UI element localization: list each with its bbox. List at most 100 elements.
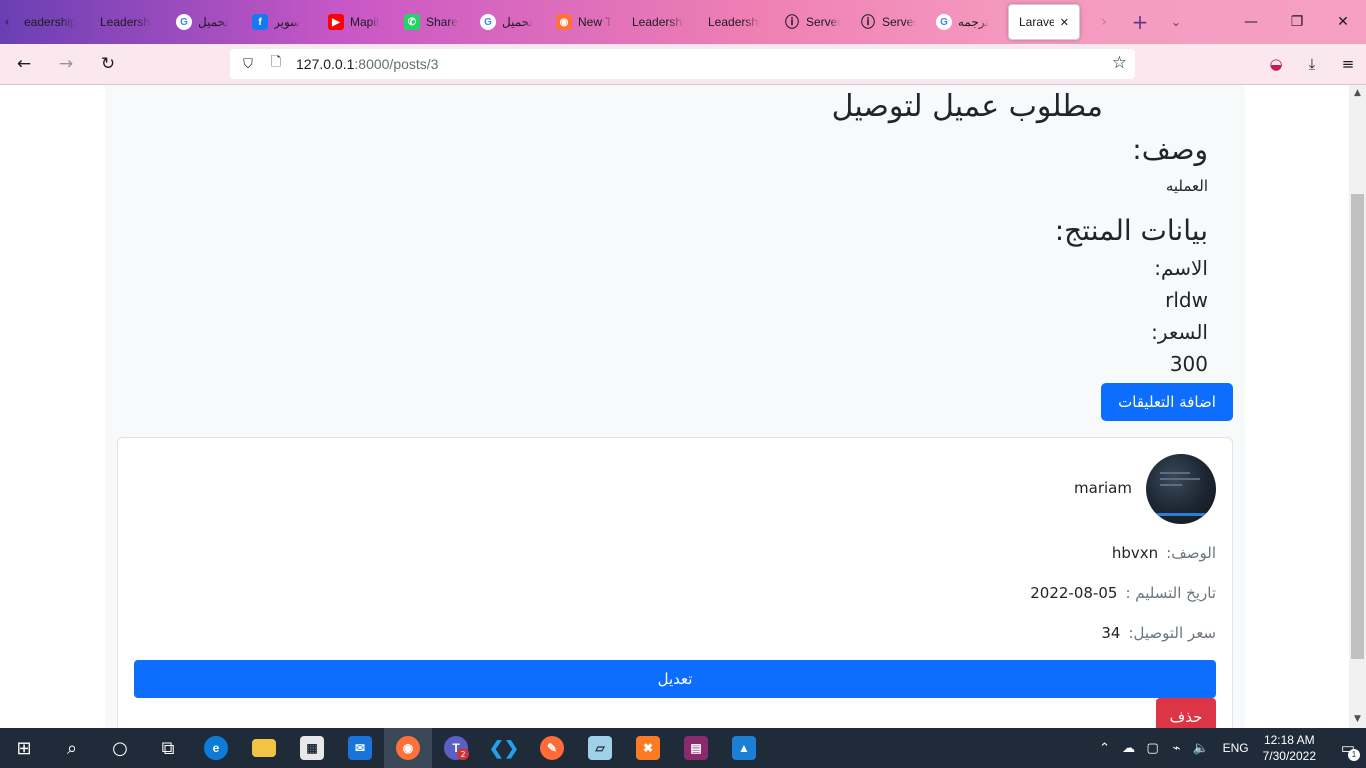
volume-icon[interactable]: 🔈 <box>1189 740 1213 756</box>
page-scrollbar[interactable]: ▲ ▼ <box>1349 85 1366 728</box>
delivery-date-value: 2022-08-05 <box>1030 584 1118 602</box>
clock-date: 7/30/2022 <box>1262 749 1316 763</box>
notification-center-icon[interactable]: ▭ 1 <box>1330 739 1366 761</box>
clock[interactable]: 12:18 AM 7/30/2022 <box>1263 732 1316 764</box>
tab-2[interactable]: G تحميل <box>166 0 242 44</box>
tab-list: eadership Leadership G تحميل f سوير ▶ Mapit ✆ Sha… <box>14 0 1002 44</box>
comment-username: mariam <box>1074 479 1132 497</box>
list-all-tabs-chevron-icon[interactable]: ⌄ <box>1158 0 1194 44</box>
delete-button[interactable]: حذف <box>1156 698 1216 728</box>
notepad-icon[interactable]: ▱ <box>576 728 624 768</box>
firefox-icon[interactable]: ◉ <box>384 728 432 768</box>
language-indicator[interactable]: ENG <box>1223 741 1249 755</box>
teams-icon[interactable]: T2 <box>432 728 480 768</box>
browser-tab-strip: ‹ eadership Leadership G تحميل f سوير ▶ Mapit ✆ S… <box>0 0 1366 44</box>
window-minimize-icon[interactable]: — <box>1228 0 1274 44</box>
whatsapp-icon: ✆ <box>404 14 420 30</box>
microsoft-store-icon[interactable]: ▦ <box>288 728 336 768</box>
tab-label: Laravel <box>1019 15 1054 29</box>
cortana-icon[interactable]: ○ <box>96 728 144 768</box>
new-tab-plus-icon[interactable]: + <box>1122 0 1158 44</box>
page-viewport: مطلوب عميل لتوصيل وصف: العمليه بيانات ال… <box>0 85 1349 728</box>
window-close-icon[interactable]: ✕ <box>1320 0 1366 44</box>
network-icon[interactable]: ⌁ <box>1165 740 1189 756</box>
comment-card: mariam الوصف: hbvxn تاريخ التسليم : 2022… <box>117 437 1233 728</box>
product-name-label: الاسم: <box>1154 256 1208 280</box>
avatar <box>1146 454 1216 524</box>
delivery-date-row: تاريخ التسليم : 2022-08-05 <box>1030 583 1216 603</box>
tab-5[interactable]: ✆ Share <box>394 0 470 44</box>
google-icon: G <box>936 14 952 30</box>
add-comments-button[interactable]: اضافة التعليقات <box>1101 383 1233 421</box>
info-icon: ⓘ <box>785 14 799 30</box>
app-menu-hamburger-icon[interactable]: ≡ <box>1330 48 1366 80</box>
tab-label: Server <box>882 15 916 29</box>
post-panel: مطلوب عميل لتوصيل وصف: العمليه بيانات ال… <box>105 85 1245 728</box>
tab-10[interactable]: ⓘ Server <box>774 0 850 44</box>
tab-label: Leadership <box>632 15 684 29</box>
tab-1[interactable]: Leadership <box>90 0 166 44</box>
post-title: مطلوب عميل لتوصيل <box>831 89 1103 124</box>
tab-label: تحميل <box>502 15 533 29</box>
tab-label: Mapit <box>350 15 380 29</box>
tab-label: New T <box>578 15 612 29</box>
tab-laravel-active[interactable]: Laravel ✕ <box>1008 4 1080 40</box>
google-icon: G <box>176 14 192 30</box>
photos-icon[interactable]: ▲ <box>720 728 768 768</box>
windows-start-icon[interactable]: ⊞ <box>0 728 48 768</box>
scrollbar-thumb[interactable] <box>1351 194 1364 659</box>
reload-icon[interactable]: ↻ <box>90 48 126 80</box>
file-explorer-icon[interactable] <box>240 728 288 768</box>
tab-11[interactable]: ⓘ Server <box>850 0 926 44</box>
scroll-down-arrow-icon[interactable]: ▼ <box>1349 711 1366 728</box>
facebook-icon: f <box>252 14 268 30</box>
description-text: العمليه <box>1165 177 1208 195</box>
scroll-up-arrow-icon[interactable]: ▲ <box>1349 85 1366 102</box>
tab-label: تحميل <box>198 15 229 29</box>
back-arrow-icon[interactable]: ← <box>6 48 42 80</box>
search-icon[interactable]: ⌕ <box>48 728 96 768</box>
edge-icon[interactable]: e <box>192 728 240 768</box>
device-icon[interactable]: ▢ <box>1141 740 1165 756</box>
forward-arrow-icon[interactable]: → <box>48 48 84 80</box>
tab-12[interactable]: G ترجمه <box>926 0 1002 44</box>
tab-8[interactable]: Leadership <box>622 0 698 44</box>
postman-icon[interactable]: ✎ <box>528 728 576 768</box>
tab-scroll-right-button[interactable]: › <box>1086 0 1122 44</box>
mail-icon[interactable]: ✉ <box>336 728 384 768</box>
tab-9[interactable]: Leadership <box>698 0 774 44</box>
address-bar[interactable]: ⛉ 🗋 127.0.0.1:8000/posts/3 ☆ <box>230 49 1135 79</box>
task-view-icon[interactable]: ⧉ <box>144 728 192 768</box>
window-restore-icon[interactable]: ❐ <box>1274 0 1320 44</box>
tray-chevron-up-icon[interactable]: ⌃ <box>1093 740 1117 756</box>
tab-label: Share <box>426 15 459 29</box>
youtube-icon: ▶ <box>328 14 344 30</box>
tab-6[interactable]: G تحميل <box>470 0 546 44</box>
tab-3[interactable]: f سوير <box>242 0 318 44</box>
delivery-price-value: 34 <box>1101 624 1121 642</box>
tab-close-icon[interactable]: ✕ <box>1060 16 1069 29</box>
tab-label: eadership <box>24 15 76 29</box>
downloads-icon[interactable]: ⤓ <box>1294 48 1330 80</box>
tab-7[interactable]: ◉ New T <box>546 0 622 44</box>
tab-0[interactable]: eadership <box>14 0 90 44</box>
tab-scroll-left-button[interactable]: ‹ <box>0 0 14 44</box>
notification-count: 1 <box>1348 749 1360 761</box>
bookmark-star-icon[interactable]: ☆ <box>1112 53 1127 73</box>
tracking-shield-icon[interactable]: ⛉ <box>238 56 258 72</box>
description-heading: وصف: <box>1132 133 1208 166</box>
system-tray: ⌃ ☁ ▢ ⌁ 🔈 ENG 12:18 AM 7/30/2022 ▭ 1 <box>1093 728 1366 768</box>
info-icon: ⓘ <box>861 14 875 30</box>
url-path: :8000/posts/3 <box>354 56 439 72</box>
edit-button[interactable]: تعديل <box>134 660 1216 698</box>
page-info-icon[interactable]: 🗋 <box>266 53 286 75</box>
delivery-date-label: تاريخ التسليم : <box>1125 584 1216 602</box>
tab-label: Leadership <box>708 15 760 29</box>
winrar-icon[interactable]: ▤ <box>672 728 720 768</box>
vscode-icon[interactable]: ❮❯ <box>480 728 528 768</box>
pocket-icon[interactable]: ◒ <box>1258 48 1294 80</box>
onedrive-cloud-icon[interactable]: ☁ <box>1117 740 1141 756</box>
tab-4[interactable]: ▶ Mapit <box>318 0 394 44</box>
tab-label: Server <box>806 15 840 29</box>
xampp-icon[interactable]: ✖ <box>624 728 672 768</box>
